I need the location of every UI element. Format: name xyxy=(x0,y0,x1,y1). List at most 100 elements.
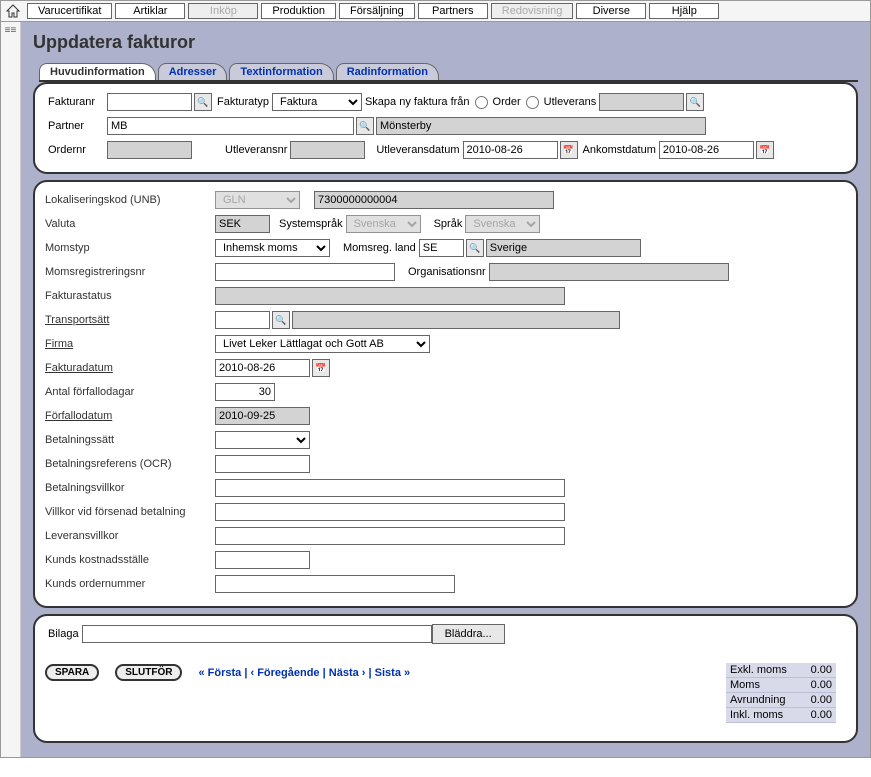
spara-button[interactable]: SPARA xyxy=(45,664,99,681)
tab-2[interactable]: Textinformation xyxy=(229,63,333,80)
menu-item-4[interactable]: Försäljning xyxy=(339,3,415,19)
sprak-select: Svenska xyxy=(465,215,540,233)
leveransvillkor-input[interactable] xyxy=(215,527,565,545)
menu-item-1[interactable]: Artiklar xyxy=(115,3,185,19)
exkl-moms-value: 0.00 xyxy=(811,664,832,676)
ordernr-label: Ordernr xyxy=(48,144,104,156)
moms-value: 0.00 xyxy=(811,679,832,691)
ankomstdatum-calendar-icon[interactable]: 📅 xyxy=(756,141,774,159)
footer-panel: Bilaga Bläddra... SPARA SLUTFÖR « Första… xyxy=(33,614,858,743)
tab-1[interactable]: Adresser xyxy=(158,63,228,80)
exkl-moms-label: Exkl. moms xyxy=(730,664,787,676)
momsregland-search-icon[interactable]: 🔍 xyxy=(466,239,484,257)
menu-item-7[interactable]: Diverse xyxy=(576,3,646,19)
moms-label: Moms xyxy=(730,679,760,691)
utleverans-search-icon[interactable]: 🔍 xyxy=(686,93,704,111)
top-menu-bar: VarucertifikatArtiklarInköpProduktionFör… xyxy=(1,1,870,22)
gutter-menu-icon[interactable]: ≡≡ xyxy=(1,26,20,36)
utleverans-radio[interactable] xyxy=(526,96,539,109)
utleverans-input[interactable] xyxy=(599,93,684,111)
momsregland-label: Momsreg. land xyxy=(343,242,416,254)
momstyp-label: Momstyp xyxy=(45,242,215,254)
menu-item-5[interactable]: Partners xyxy=(418,3,488,19)
utleveransdatum-label: Utleveransdatum xyxy=(376,144,459,156)
fakturadatum-input[interactable] xyxy=(215,359,310,377)
utleveransdatum-calendar-icon[interactable]: 📅 xyxy=(560,141,578,159)
momsregland-code-input[interactable] xyxy=(419,239,464,257)
ankomstdatum-label: Ankomstdatum xyxy=(583,144,656,156)
bilaga-input[interactable] xyxy=(82,625,432,643)
betalningsvillkor-input[interactable] xyxy=(215,479,565,497)
fakturatyp-label: Fakturatyp xyxy=(217,96,269,108)
slutfor-button[interactable]: SLUTFÖR xyxy=(115,664,182,681)
utleveransdatum-input[interactable] xyxy=(463,141,558,159)
betalningsreferens-input[interactable] xyxy=(215,455,310,473)
organisationsnr-label: Organisationsnr xyxy=(408,266,486,278)
transportsatt-code-input[interactable] xyxy=(215,311,270,329)
menu-item-6: Redovisning xyxy=(491,3,574,19)
valuta-input xyxy=(215,215,270,233)
forfallodatum-label: Förfallodatum xyxy=(45,410,215,422)
pagination-nav: « Första | ‹ Föregående | Nästa › | Sist… xyxy=(198,667,410,679)
menu-item-3[interactable]: Produktion xyxy=(261,3,336,19)
betalningssatt-select[interactable] xyxy=(215,431,310,449)
menu-item-2: Inköp xyxy=(188,3,258,19)
order-radio[interactable] xyxy=(475,96,488,109)
nav-first[interactable]: « Första xyxy=(198,667,241,679)
left-gutter: ≡≡ xyxy=(1,22,21,757)
avrundning-value: 0.00 xyxy=(811,694,832,706)
nav-prev[interactable]: ‹ Föregående xyxy=(250,667,319,679)
organisationsnr-input xyxy=(489,263,729,281)
partner-label: Partner xyxy=(48,120,104,132)
lokaliseringskod-input xyxy=(314,191,554,209)
menu-item-0[interactable]: Varucertifikat xyxy=(27,3,112,19)
fakturastatus-label: Fakturastatus xyxy=(45,290,215,302)
tab-3[interactable]: Radinformation xyxy=(336,63,439,80)
tab-bar: HuvudinformationAdresserTextinformationR… xyxy=(39,63,858,82)
nav-next[interactable]: Nästa › xyxy=(329,667,366,679)
kunds-kostnadsstalle-label: Kunds kostnadsställe xyxy=(45,554,215,566)
nav-last[interactable]: Sista » xyxy=(375,667,410,679)
home-icon[interactable] xyxy=(5,4,21,18)
avrundning-label: Avrundning xyxy=(730,694,785,706)
momsregnr-label: Momsregistreringsnr xyxy=(45,266,215,278)
utleverans-label: Utleverans xyxy=(544,96,597,108)
totals-box: Exkl. moms0.00 Moms0.00 Avrundning0.00 I… xyxy=(726,663,836,723)
firma-label: Firma xyxy=(45,338,215,350)
firma-select[interactable]: Livet Leker Lättlagat och Gott AB xyxy=(215,335,430,353)
partner-code-input[interactable] xyxy=(107,117,354,135)
tab-0[interactable]: Huvudinformation xyxy=(39,63,156,80)
fakturanr-input[interactable] xyxy=(107,93,192,111)
fakturastatus-input xyxy=(215,287,565,305)
lokaliseringskod-type-select[interactable]: GLN xyxy=(215,191,300,209)
fakturanr-search-icon[interactable]: 🔍 xyxy=(194,93,212,111)
transportsatt-label: Transportsätt xyxy=(45,314,215,326)
fakturanr-label: Fakturanr xyxy=(48,96,104,108)
betalningsreferens-label: Betalningsreferens (OCR) xyxy=(45,458,215,470)
transportsatt-search-icon[interactable]: 🔍 xyxy=(272,311,290,329)
fakturatyp-select[interactable]: Faktura xyxy=(272,93,362,111)
kunds-ordernummer-input[interactable] xyxy=(215,575,455,593)
valuta-label: Valuta xyxy=(45,218,215,230)
antal-forfallodagar-input[interactable] xyxy=(215,383,275,401)
betalningssatt-label: Betalningssätt xyxy=(45,434,215,446)
forfallodatum-input xyxy=(215,407,310,425)
transportsatt-name-display xyxy=(292,311,620,329)
momstyp-select[interactable]: Inhemsk moms xyxy=(215,239,330,257)
antal-forfallodagar-label: Antal förfallodagar xyxy=(45,386,215,398)
partner-name-display xyxy=(376,117,706,135)
lokaliseringskod-label: Lokaliseringskod (UNB) xyxy=(45,194,215,206)
menu-item-8[interactable]: Hjälp xyxy=(649,3,719,19)
inkl-moms-value: 0.00 xyxy=(811,709,832,721)
ankomstdatum-input[interactable] xyxy=(659,141,754,159)
browse-button[interactable]: Bläddra... xyxy=(432,624,505,644)
momsregnr-input[interactable] xyxy=(215,263,395,281)
fakturadatum-calendar-icon[interactable]: 📅 xyxy=(312,359,330,377)
kunds-kostnadsstalle-input[interactable] xyxy=(215,551,310,569)
kunds-ordernummer-label: Kunds ordernummer xyxy=(45,578,215,590)
villkor-forsenad-label: Villkor vid försenad betalning xyxy=(45,506,215,518)
partner-search-icon[interactable]: 🔍 xyxy=(356,117,374,135)
header-panel: Fakturanr 🔍 Fakturatyp Faktura Skapa ny … xyxy=(33,82,858,174)
villkor-forsenad-input[interactable] xyxy=(215,503,565,521)
page-title: Uppdatera fakturor xyxy=(33,32,858,53)
